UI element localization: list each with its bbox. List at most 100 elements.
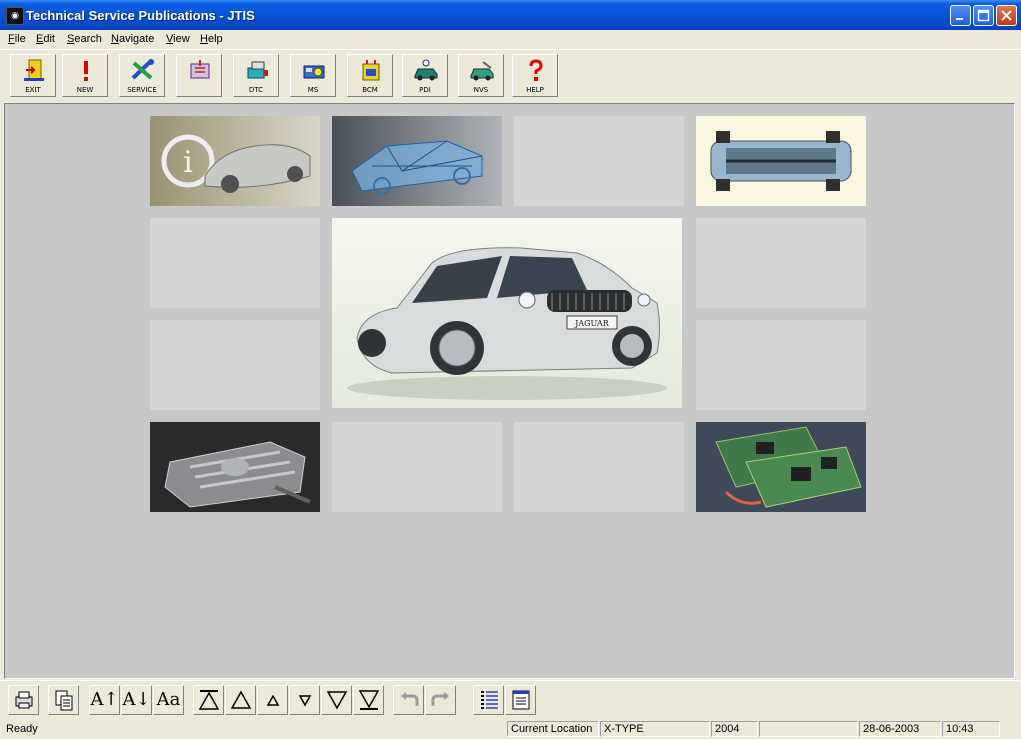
bcm-icon <box>362 60 380 81</box>
main-content: i JAGUAR <box>4 103 1015 679</box>
electronics-tile[interactable] <box>696 422 866 512</box>
ms-label: MS <box>307 86 319 94</box>
body-tile[interactable] <box>332 116 502 206</box>
window-title: Technical Service Publications - JTIS <box>26 8 255 23</box>
down-small-button[interactable] <box>289 685 320 715</box>
status-blank <box>759 721 858 737</box>
dtc-label: DTC <box>248 86 264 94</box>
status-time: 10:43 <box>942 721 1000 737</box>
chassis-image <box>696 116 866 206</box>
print-icon <box>15 691 32 709</box>
svg-text:i: i <box>183 145 193 180</box>
nvs-button[interactable]: NVS <box>458 54 504 97</box>
first-button[interactable] <box>193 685 224 715</box>
dtc-button[interactable]: DTC <box>233 54 279 97</box>
new-label: NEW <box>76 86 94 94</box>
filter-icon <box>190 60 210 79</box>
last-icon <box>358 690 379 710</box>
last-button[interactable] <box>353 685 384 715</box>
help-label: HELP <box>526 86 544 94</box>
service-tools-icon <box>131 59 154 80</box>
featured-vehicle-tile[interactable]: JAGUAR <box>332 218 682 408</box>
status-location-label: Current Location <box>507 721 599 737</box>
ms-icon <box>303 65 325 79</box>
status-date: 28-06-2003 <box>859 721 941 737</box>
maximize-icon <box>977 9 990 22</box>
plate-text: JAGUAR <box>574 319 610 328</box>
close-icon <box>1001 10 1012 21</box>
empty-tile-3 <box>696 218 866 308</box>
up-icon <box>230 690 251 709</box>
forward-button[interactable] <box>425 685 456 715</box>
exclamation-icon <box>84 61 88 81</box>
back-button[interactable] <box>393 685 424 715</box>
down-button[interactable] <box>321 685 352 715</box>
first-icon <box>198 690 219 710</box>
forward-icon <box>431 692 449 706</box>
service-label: SERVICE <box>127 86 157 94</box>
copy-button[interactable] <box>48 685 79 715</box>
up-small-icon <box>266 694 279 706</box>
new-button[interactable]: NEW <box>62 54 108 97</box>
minimize-icon <box>956 18 963 20</box>
status-year: 2004 <box>711 721 758 737</box>
main-toolbar: EXIT NEW SERVICE DTC MS BCM PDI NVS HELP <box>0 49 1021 102</box>
up-small-button[interactable] <box>257 685 288 715</box>
empty-tile-2 <box>150 218 320 308</box>
font-button[interactable]: Aa <box>153 685 184 715</box>
empty-tile-1 <box>514 116 684 206</box>
maximize-button[interactable] <box>973 5 994 26</box>
help-button[interactable]: HELP <box>512 54 558 97</box>
service-button[interactable]: SERVICE <box>119 54 165 97</box>
exit-door-icon <box>24 59 44 81</box>
exit-label: EXIT <box>25 86 41 94</box>
pdi-label: PDI <box>419 86 431 94</box>
document-icon <box>512 690 529 710</box>
close-button[interactable] <box>996 5 1017 26</box>
info-tile[interactable]: i <box>150 116 320 206</box>
font-increase-button[interactable]: A↑ <box>89 685 120 715</box>
status-bar: Ready Current Location X-TYPE 2004 28-06… <box>0 719 1021 739</box>
list-button[interactable] <box>473 685 504 715</box>
copy-icon <box>55 690 72 711</box>
empty-tile-6 <box>332 422 502 512</box>
engine-image <box>150 422 320 512</box>
menu-search[interactable]: Search <box>67 33 102 45</box>
status-model: X-TYPE <box>600 721 710 737</box>
filter-button[interactable] <box>176 54 222 97</box>
circuit-board-image <box>696 422 866 512</box>
font-decrease-button[interactable]: A↓ <box>121 685 152 715</box>
nvs-car-icon <box>470 61 494 81</box>
document-button[interactable] <box>505 685 536 715</box>
menu-edit[interactable]: Edit <box>36 33 55 45</box>
body-shell-image <box>332 116 502 206</box>
menu-help[interactable]: Help <box>200 33 223 45</box>
down-icon <box>326 691 347 710</box>
empty-tile-5 <box>696 320 866 410</box>
jaguar-x-type-image: JAGUAR <box>347 247 667 400</box>
bcm-button[interactable]: BCM <box>347 54 393 97</box>
menu-file[interactable]: File <box>8 33 26 45</box>
empty-tile-7 <box>514 422 684 512</box>
minimize-button[interactable] <box>950 5 971 26</box>
list-icon <box>480 691 498 709</box>
exit-button[interactable]: EXIT <box>10 54 56 97</box>
bcm-label: BCM <box>362 86 378 94</box>
ms-button[interactable]: MS <box>290 54 336 97</box>
pdi-button[interactable]: PDI <box>402 54 448 97</box>
menu-bar: File Edit Search Navigate View Help <box>0 30 1021 49</box>
engine-tile[interactable] <box>150 422 320 512</box>
title-bar: ◉ Technical Service Publications - JTIS <box>0 0 1021 30</box>
bottom-toolbar: A↑ A↓ Aa <box>0 680 1021 719</box>
app-icon[interactable]: ◉ <box>6 7 24 25</box>
info-car-image: i <box>150 116 320 206</box>
print-button[interactable] <box>8 685 39 715</box>
back-icon <box>400 692 418 706</box>
pdi-car-icon <box>414 59 438 81</box>
status-ready: Ready <box>6 723 38 735</box>
up-button[interactable] <box>225 685 256 715</box>
menu-view[interactable]: View <box>166 33 190 45</box>
chassis-tile[interactable] <box>696 116 866 206</box>
menu-navigate[interactable]: Navigate <box>111 33 154 45</box>
empty-tile-4 <box>150 320 320 410</box>
